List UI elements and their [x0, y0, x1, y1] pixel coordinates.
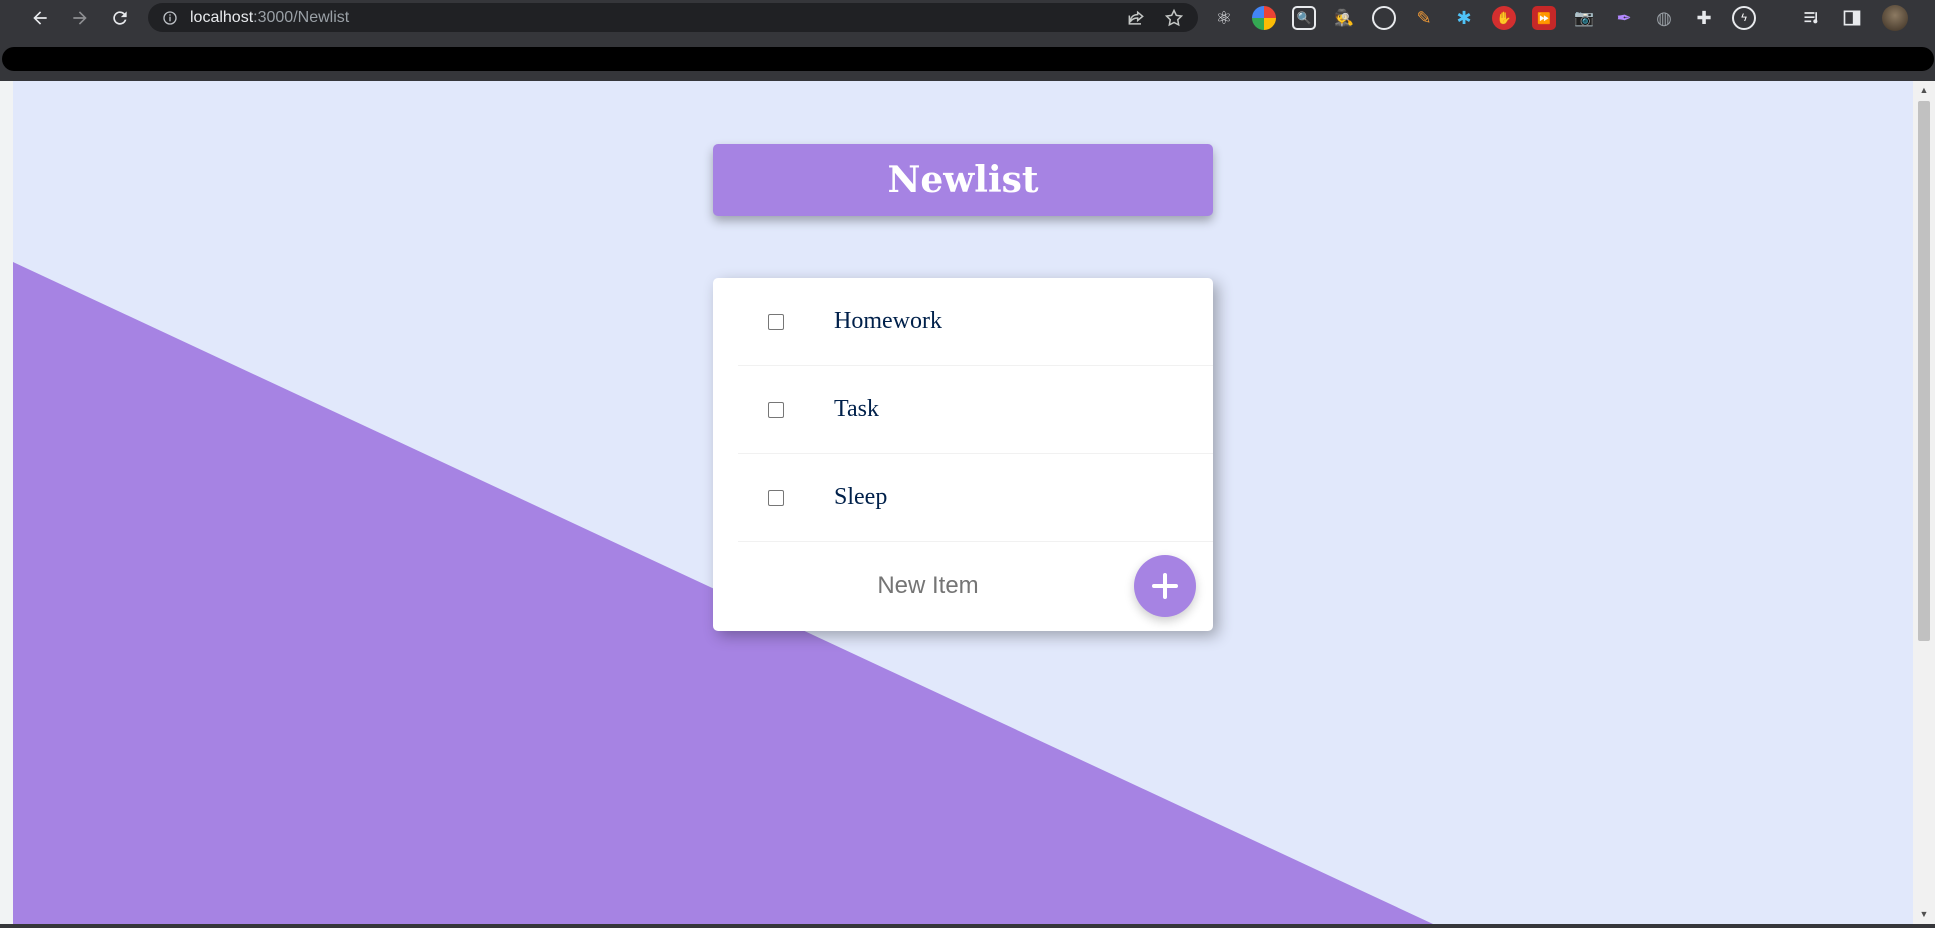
media-queue-icon[interactable] — [1802, 8, 1822, 28]
item-checkbox[interactable] — [768, 401, 784, 418]
item-checkbox[interactable] — [768, 313, 784, 330]
puzzle-icon[interactable]: ✚ — [1692, 6, 1716, 30]
browser-toolbar: localhost:3000/Newlist ⚛ 🔍 🕵 ✎ ✱ ✋ ⏩ 📷 ✒… — [0, 0, 1935, 35]
extensions-row: ⚛ 🔍 🕵 ✎ ✱ ✋ ⏩ 📷 ✒ ◍ ✚ ϟ — [1212, 6, 1756, 30]
url-path: :3000/Newlist — [253, 8, 350, 26]
stop-hand-icon[interactable]: ✋ — [1492, 6, 1516, 30]
spy-icon[interactable]: 🕵 — [1332, 6, 1356, 30]
window-bottom-edge — [0, 924, 1935, 928]
new-item-input[interactable] — [738, 560, 1118, 612]
add-item-button[interactable] — [1134, 555, 1196, 617]
star-icon[interactable]: ✱ — [1452, 6, 1476, 30]
item-label: Task — [834, 396, 879, 422]
share-icon[interactable] — [1126, 8, 1146, 28]
pencil-icon[interactable]: ✎ — [1412, 6, 1436, 30]
page-scrollbar[interactable]: ▲ ▼ — [1913, 81, 1935, 924]
camera-icon[interactable]: 📷 — [1572, 6, 1596, 30]
list-item[interactable]: Homework — [738, 278, 1213, 366]
react-devtools-icon[interactable]: ⚛ — [1212, 6, 1236, 30]
list-item[interactable]: Sleep — [738, 454, 1213, 542]
target-icon[interactable] — [1372, 6, 1396, 30]
item-label: Sleep — [834, 484, 888, 510]
item-checkbox[interactable] — [768, 489, 784, 506]
list-heading: Newlist — [713, 144, 1213, 216]
side-panel-icon[interactable] — [1842, 8, 1862, 28]
refresh-bolt-icon[interactable]: ϟ — [1732, 6, 1756, 30]
reload-icon — [113, 10, 127, 25]
new-item-form — [713, 542, 1213, 631]
globe-icon[interactable]: ◍ — [1652, 6, 1676, 30]
back-button[interactable] — [20, 0, 60, 35]
url-host: localhost — [190, 8, 254, 26]
page-title: Newlist — [887, 159, 1039, 201]
scrollbar-thumb[interactable] — [1918, 101, 1930, 641]
search-box-icon[interactable]: 🔍 — [1292, 6, 1316, 30]
fast-forward-icon[interactable]: ⏩ — [1532, 6, 1556, 30]
google-icon[interactable] — [1252, 6, 1276, 30]
redacted-bar — [2, 47, 1934, 71]
todo-list-card: Homework Task Sleep — [713, 278, 1213, 631]
feather-icon[interactable]: ✒ — [1612, 6, 1636, 30]
profile-avatar[interactable] — [1882, 5, 1908, 31]
forward-arrow-icon — [73, 10, 87, 25]
forward-button[interactable] — [60, 0, 100, 35]
reload-button[interactable] — [100, 0, 140, 35]
browser-menu-icon[interactable]: ⋮ — [1928, 8, 1935, 28]
scroll-down-arrow-icon[interactable]: ▼ — [1919, 909, 1929, 919]
address-bar[interactable]: localhost:3000/Newlist — [148, 3, 1198, 32]
bookmark-star-icon[interactable] — [1164, 8, 1184, 28]
back-arrow-icon — [33, 10, 47, 25]
scroll-up-arrow-icon[interactable]: ▲ — [1919, 85, 1929, 95]
item-label: Homework — [834, 308, 942, 334]
list-item[interactable]: Task — [738, 366, 1213, 454]
plus-icon — [1152, 573, 1178, 599]
site-info-icon[interactable] — [162, 10, 178, 26]
